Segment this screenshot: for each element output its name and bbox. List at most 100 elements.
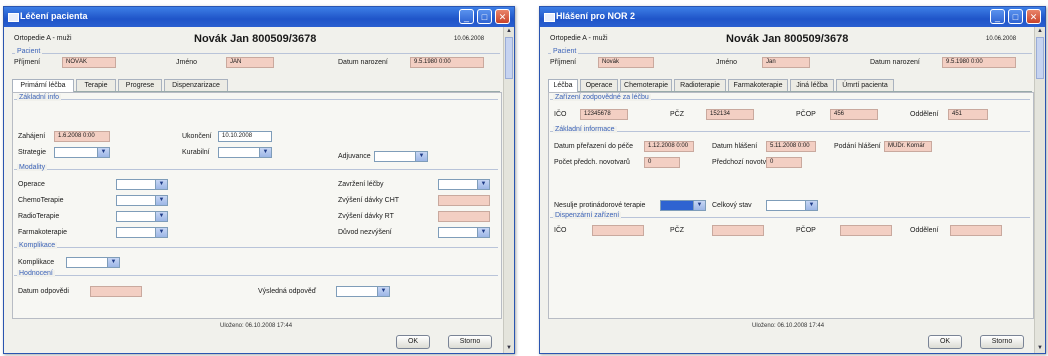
firstname-label: Jméno	[176, 59, 198, 66]
modality-group: Modality	[14, 164, 498, 244]
overall-status-select[interactable]: ▼	[766, 200, 818, 211]
department-label: Ortopedie A - muži	[14, 35, 72, 42]
modality-label: Farmakoterapie	[18, 229, 68, 236]
vertical-scrollbar[interactable]: ▲ ▼	[1034, 27, 1045, 353]
group-title: Modality	[17, 164, 48, 171]
scroll-down-icon[interactable]: ▼	[504, 344, 514, 353]
prior-tumors-field[interactable]: 0	[766, 157, 802, 168]
vertical-scrollbar[interactable]: ▲ ▼	[503, 27, 514, 353]
chemotherapy-select[interactable]: ▼	[116, 195, 168, 206]
title-bar[interactable]: Léčení pacienta _ □ ✕	[4, 7, 514, 27]
tab-treatment[interactable]: Léčba	[548, 79, 578, 92]
tab-radiotherapy[interactable]: Radioterapie	[674, 79, 726, 91]
end-date-field[interactable]: 10.10.2008	[218, 131, 272, 142]
chevron-down-icon: ▼	[377, 287, 389, 296]
tab-progression[interactable]: Progrese	[118, 79, 162, 91]
tab-operation[interactable]: Operace	[580, 79, 618, 91]
disp-ico-label: IČO	[554, 227, 567, 234]
prior-count-field[interactable]: 0	[644, 157, 680, 168]
close-button[interactable]: ✕	[495, 9, 510, 24]
birthdate-label: Datum narození	[870, 59, 920, 66]
birthdate-field: 9.5.1980 0:00	[942, 57, 1016, 68]
modality-label: ChemoTerapie	[18, 197, 64, 204]
report-place-field[interactable]: MUDr. Kornár	[884, 141, 932, 152]
tab-other-treatment[interactable]: Jiná léčba	[790, 79, 834, 91]
ico-field[interactable]: 12345678	[580, 109, 628, 120]
maximize-button[interactable]: □	[477, 9, 492, 24]
discard-treatment-select[interactable]: ▼	[438, 179, 490, 190]
app-icon	[544, 13, 555, 22]
scroll-up-icon[interactable]: ▲	[1035, 27, 1045, 36]
pcz-field[interactable]: 152134	[706, 109, 754, 120]
group-title: Pacient	[551, 48, 579, 55]
tab-dispensarization[interactable]: Dispenzarizace	[164, 79, 228, 91]
report-date-field[interactable]: 5.11.2008 0:00	[766, 141, 816, 152]
therapy-followup-select[interactable]: ▼	[660, 200, 706, 211]
complications-select[interactable]: ▼	[66, 257, 120, 268]
branch-field[interactable]: 451	[948, 109, 988, 120]
radiotherapy-select[interactable]: ▼	[116, 211, 168, 222]
disp-pcop-field[interactable]	[840, 225, 892, 236]
adjuvance-select[interactable]: ▼	[374, 151, 428, 162]
rt-dose-field[interactable]	[438, 211, 490, 222]
tab-chemotherapy[interactable]: Chemoterapie	[620, 79, 672, 91]
result-response-select[interactable]: ▼	[336, 286, 390, 297]
therapy-followup-label: Nesulje protinádorové terapie	[554, 202, 646, 209]
result-response-label: Výsledná odpověď	[258, 288, 317, 295]
scroll-thumb[interactable]	[1036, 37, 1044, 79]
group-title: Hodnocení	[17, 270, 55, 277]
patient-header: Novák Jan 800509/3678	[726, 33, 849, 45]
treatment-window: Léčení pacienta _ □ ✕ ▲ ▼ Ortopedie A - …	[3, 6, 515, 354]
pcop-field[interactable]: 456	[830, 109, 878, 120]
ok-button[interactable]: OK	[928, 335, 962, 349]
modality-right-label: Zvýšení dávky CHT	[338, 197, 400, 204]
minimize-button[interactable]: _	[990, 9, 1005, 24]
chevron-down-icon: ▼	[259, 148, 271, 157]
tab-pharmacotherapy[interactable]: Farmakoterapie	[728, 79, 788, 91]
strategy-select[interactable]: ▼	[54, 147, 110, 158]
title-bar[interactable]: Hlášení pro NOR 2 _ □ ✕	[540, 7, 1045, 27]
curability-select[interactable]: ▼	[218, 147, 272, 158]
tab-bar: Primární léčba Terapie Progrese Dispenza…	[12, 79, 500, 92]
disp-branch-field[interactable]	[950, 225, 1002, 236]
disp-pcop-label: PČOP	[796, 227, 816, 234]
adjuvance-label: Adjuvance	[338, 153, 371, 160]
scroll-up-icon[interactable]: ▲	[504, 27, 514, 36]
chevron-down-icon: ▼	[477, 180, 489, 189]
operation-select[interactable]: ▼	[116, 179, 168, 190]
tab-primary-treatment[interactable]: Primární léčba	[12, 79, 74, 92]
scroll-down-icon[interactable]: ▼	[1035, 344, 1045, 353]
close-button[interactable]: ✕	[1026, 9, 1041, 24]
ok-button[interactable]: OK	[396, 335, 430, 349]
pharmacotherapy-select[interactable]: ▼	[116, 227, 168, 238]
no-increase-reason-select[interactable]: ▼	[438, 227, 490, 238]
inclusion-date-field[interactable]: 1.12.2008 0:00	[644, 141, 694, 152]
cancel-button[interactable]: Storno	[448, 335, 492, 349]
birthdate-field: 9.5.1980 0:00	[410, 57, 484, 68]
department-label: Ortopedie A - muži	[550, 35, 608, 42]
response-date-field[interactable]	[90, 286, 142, 297]
chevron-down-icon: ▼	[805, 201, 817, 210]
cancel-button[interactable]: Storno	[980, 335, 1024, 349]
firstname-field: JAN	[226, 57, 274, 68]
group-title: Základní informace	[553, 126, 617, 133]
patient-header: Novák Jan 800509/3678	[194, 33, 317, 45]
scroll-thumb[interactable]	[505, 37, 513, 79]
modality-label: RadioTerapie	[18, 213, 60, 220]
disp-ico-field[interactable]	[592, 225, 644, 236]
group-title: Základní info	[17, 94, 62, 101]
minimize-button[interactable]: _	[459, 9, 474, 24]
birthdate-label: Datum narození	[338, 59, 388, 66]
chevron-down-icon: ▼	[693, 201, 705, 210]
end-label: Ukončení	[182, 133, 212, 140]
chevron-down-icon: ▼	[155, 196, 167, 205]
tab-patient-death[interactable]: Úmrtí pacienta	[836, 79, 894, 91]
chevron-down-icon: ▼	[155, 228, 167, 237]
disp-pcz-field[interactable]	[712, 225, 764, 236]
modality-right-label: Důvod nezvýšení	[338, 229, 392, 236]
maximize-button[interactable]: □	[1008, 9, 1023, 24]
start-date-field[interactable]: 1.6.2008 0:00	[54, 131, 110, 142]
cht-dose-field[interactable]	[438, 195, 490, 206]
chevron-down-icon: ▼	[477, 228, 489, 237]
tab-therapy[interactable]: Terapie	[76, 79, 116, 91]
